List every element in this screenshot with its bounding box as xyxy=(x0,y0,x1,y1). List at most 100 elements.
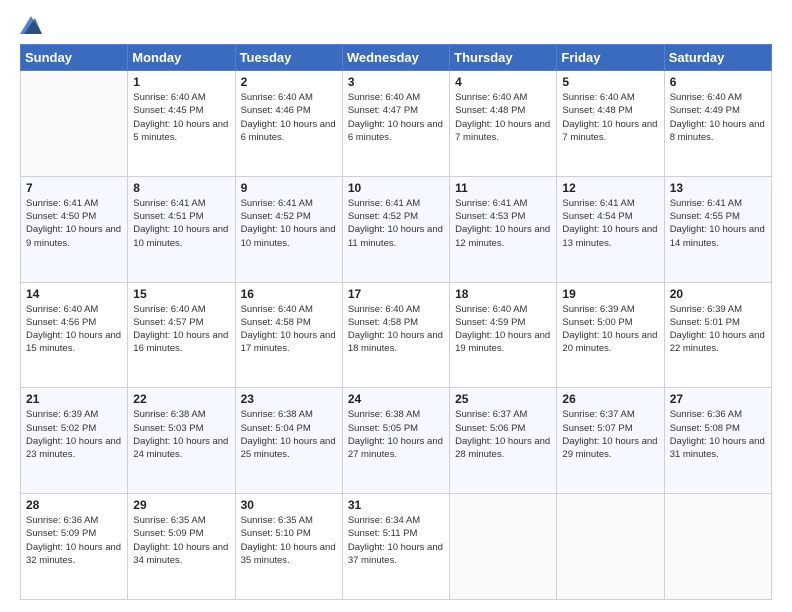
day-info: Sunrise: 6:40 AMSunset: 4:56 PMDaylight:… xyxy=(26,303,122,356)
day-number: 13 xyxy=(670,181,766,195)
calendar-cell: 30 Sunrise: 6:35 AMSunset: 5:10 PMDayligh… xyxy=(235,494,342,600)
calendar-cell: 2 Sunrise: 6:40 AMSunset: 4:46 PMDaylight… xyxy=(235,71,342,177)
day-info: Sunrise: 6:41 AMSunset: 4:52 PMDaylight:… xyxy=(348,197,444,250)
day-info: Sunrise: 6:40 AMSunset: 4:59 PMDaylight:… xyxy=(455,303,551,356)
calendar-cell xyxy=(450,494,557,600)
calendar-cell: 18Sunrise: 6:40 AMSunset: 4:59 PMDayligh… xyxy=(450,282,557,388)
day-number: 8 xyxy=(133,181,229,195)
calendar-cell: 27 Sunrise: 6:36 AMSunset: 5:08 PMDayligh… xyxy=(664,388,771,494)
weekday-header-thursday: Thursday xyxy=(450,45,557,71)
day-info: Sunrise: 6:40 AMSunset: 4:58 PMDaylight:… xyxy=(348,303,444,356)
calendar-cell: 21Sunrise: 6:39 AMSunset: 5:02 PMDayligh… xyxy=(21,388,128,494)
day-number: 28 xyxy=(26,498,122,512)
day-info: Sunrise: 6:35 AMSunset: 5:10 PMDaylight:… xyxy=(241,514,337,567)
calendar: SundayMondayTuesdayWednesdayThursdayFrid… xyxy=(20,44,772,600)
day-number: 21 xyxy=(26,392,122,406)
calendar-week-3: 14 Sunrise: 6:40 AMSunset: 4:56 PMDayligh… xyxy=(21,282,772,388)
day-number: 11 xyxy=(455,181,551,195)
day-info: Sunrise: 6:40 AMSunset: 4:48 PMDaylight:… xyxy=(455,91,551,144)
day-number: 29 xyxy=(133,498,229,512)
day-info: Sunrise: 6:40 AMSunset: 4:58 PMDaylight:… xyxy=(241,303,337,356)
calendar-week-2: 7 Sunrise: 6:41 AMSunset: 4:50 PMDaylight… xyxy=(21,176,772,282)
day-info: Sunrise: 6:36 AMSunset: 5:09 PMDaylight:… xyxy=(26,514,122,567)
day-info: Sunrise: 6:40 AMSunset: 4:46 PMDaylight:… xyxy=(241,91,337,144)
day-info: Sunrise: 6:40 AMSunset: 4:57 PMDaylight:… xyxy=(133,303,229,356)
day-info: Sunrise: 6:41 AMSunset: 4:50 PMDaylight:… xyxy=(26,197,122,250)
calendar-cell: 26 Sunrise: 6:37 AMSunset: 5:07 PMDayligh… xyxy=(557,388,664,494)
day-info: Sunrise: 6:36 AMSunset: 5:08 PMDaylight:… xyxy=(670,408,766,461)
calendar-week-1: 1 Sunrise: 6:40 AMSunset: 4:45 PMDaylight… xyxy=(21,71,772,177)
day-info: Sunrise: 6:40 AMSunset: 4:47 PMDaylight:… xyxy=(348,91,444,144)
day-info: Sunrise: 6:40 AMSunset: 4:45 PMDaylight:… xyxy=(133,91,229,144)
calendar-cell: 20 Sunrise: 6:39 AMSunset: 5:01 PMDayligh… xyxy=(664,282,771,388)
day-number: 10 xyxy=(348,181,444,195)
logo-icon xyxy=(20,16,42,34)
day-info: Sunrise: 6:41 AMSunset: 4:53 PMDaylight:… xyxy=(455,197,551,250)
weekday-header-monday: Monday xyxy=(128,45,235,71)
calendar-cell: 10 Sunrise: 6:41 AMSunset: 4:52 PMDayligh… xyxy=(342,176,449,282)
calendar-cell: 11 Sunrise: 6:41 AMSunset: 4:53 PMDayligh… xyxy=(450,176,557,282)
calendar-cell xyxy=(557,494,664,600)
day-number: 25 xyxy=(455,392,551,406)
day-number: 26 xyxy=(562,392,658,406)
calendar-cell: 23 Sunrise: 6:38 AMSunset: 5:04 PMDayligh… xyxy=(235,388,342,494)
calendar-cell: 13 Sunrise: 6:41 AMSunset: 4:55 PMDayligh… xyxy=(664,176,771,282)
day-info: Sunrise: 6:37 AMSunset: 5:06 PMDaylight:… xyxy=(455,408,551,461)
day-number: 9 xyxy=(241,181,337,195)
calendar-cell: 12 Sunrise: 6:41 AMSunset: 4:54 PMDayligh… xyxy=(557,176,664,282)
calendar-cell: 19 Sunrise: 6:39 AMSunset: 5:00 PMDayligh… xyxy=(557,282,664,388)
day-info: Sunrise: 6:38 AMSunset: 5:04 PMDaylight:… xyxy=(241,408,337,461)
day-number: 6 xyxy=(670,75,766,89)
calendar-cell xyxy=(664,494,771,600)
calendar-cell: 31Sunrise: 6:34 AMSunset: 5:11 PMDayligh… xyxy=(342,494,449,600)
day-number: 23 xyxy=(241,392,337,406)
day-info: Sunrise: 6:41 AMSunset: 4:54 PMDaylight:… xyxy=(562,197,658,250)
day-info: Sunrise: 6:39 AMSunset: 5:01 PMDaylight:… xyxy=(670,303,766,356)
day-number: 7 xyxy=(26,181,122,195)
day-info: Sunrise: 6:41 AMSunset: 4:52 PMDaylight:… xyxy=(241,197,337,250)
day-info: Sunrise: 6:40 AMSunset: 4:48 PMDaylight:… xyxy=(562,91,658,144)
day-number: 4 xyxy=(455,75,551,89)
page: SundayMondayTuesdayWednesdayThursdayFrid… xyxy=(0,0,792,612)
day-info: Sunrise: 6:40 AMSunset: 4:49 PMDaylight:… xyxy=(670,91,766,144)
day-info: Sunrise: 6:37 AMSunset: 5:07 PMDaylight:… xyxy=(562,408,658,461)
day-info: Sunrise: 6:41 AMSunset: 4:55 PMDaylight:… xyxy=(670,197,766,250)
calendar-cell: 5Sunrise: 6:40 AMSunset: 4:48 PMDaylight… xyxy=(557,71,664,177)
calendar-cell xyxy=(21,71,128,177)
weekday-header-friday: Friday xyxy=(557,45,664,71)
header xyxy=(20,16,772,34)
day-number: 2 xyxy=(241,75,337,89)
day-number: 14 xyxy=(26,287,122,301)
calendar-cell: 3 Sunrise: 6:40 AMSunset: 4:47 PMDaylight… xyxy=(342,71,449,177)
calendar-cell: 16 Sunrise: 6:40 AMSunset: 4:58 PMDayligh… xyxy=(235,282,342,388)
day-number: 24 xyxy=(348,392,444,406)
day-info: Sunrise: 6:39 AMSunset: 5:00 PMDaylight:… xyxy=(562,303,658,356)
day-info: Sunrise: 6:38 AMSunset: 5:05 PMDaylight:… xyxy=(348,408,444,461)
day-number: 16 xyxy=(241,287,337,301)
calendar-cell: 29Sunrise: 6:35 AMSunset: 5:09 PMDayligh… xyxy=(128,494,235,600)
day-number: 1 xyxy=(133,75,229,89)
weekday-header-saturday: Saturday xyxy=(664,45,771,71)
calendar-week-5: 28 Sunrise: 6:36 AMSunset: 5:09 PMDayligh… xyxy=(21,494,772,600)
weekday-header-row: SundayMondayTuesdayWednesdayThursdayFrid… xyxy=(21,45,772,71)
calendar-cell: 4 Sunrise: 6:40 AMSunset: 4:48 PMDaylight… xyxy=(450,71,557,177)
day-number: 30 xyxy=(241,498,337,512)
day-number: 3 xyxy=(348,75,444,89)
logo xyxy=(20,16,46,34)
day-info: Sunrise: 6:41 AMSunset: 4:51 PMDaylight:… xyxy=(133,197,229,250)
calendar-cell: 15Sunrise: 6:40 AMSunset: 4:57 PMDayligh… xyxy=(128,282,235,388)
day-number: 12 xyxy=(562,181,658,195)
calendar-cell: 25 Sunrise: 6:37 AMSunset: 5:06 PMDayligh… xyxy=(450,388,557,494)
day-number: 20 xyxy=(670,287,766,301)
day-number: 19 xyxy=(562,287,658,301)
calendar-cell: 8 Sunrise: 6:41 AMSunset: 4:51 PMDaylight… xyxy=(128,176,235,282)
calendar-cell: 24 Sunrise: 6:38 AMSunset: 5:05 PMDayligh… xyxy=(342,388,449,494)
calendar-cell: 6 Sunrise: 6:40 AMSunset: 4:49 PMDaylight… xyxy=(664,71,771,177)
calendar-cell: 22Sunrise: 6:38 AMSunset: 5:03 PMDayligh… xyxy=(128,388,235,494)
calendar-cell: 9 Sunrise: 6:41 AMSunset: 4:52 PMDaylight… xyxy=(235,176,342,282)
day-number: 27 xyxy=(670,392,766,406)
day-number: 22 xyxy=(133,392,229,406)
day-number: 31 xyxy=(348,498,444,512)
calendar-cell: 1 Sunrise: 6:40 AMSunset: 4:45 PMDaylight… xyxy=(128,71,235,177)
weekday-header-wednesday: Wednesday xyxy=(342,45,449,71)
